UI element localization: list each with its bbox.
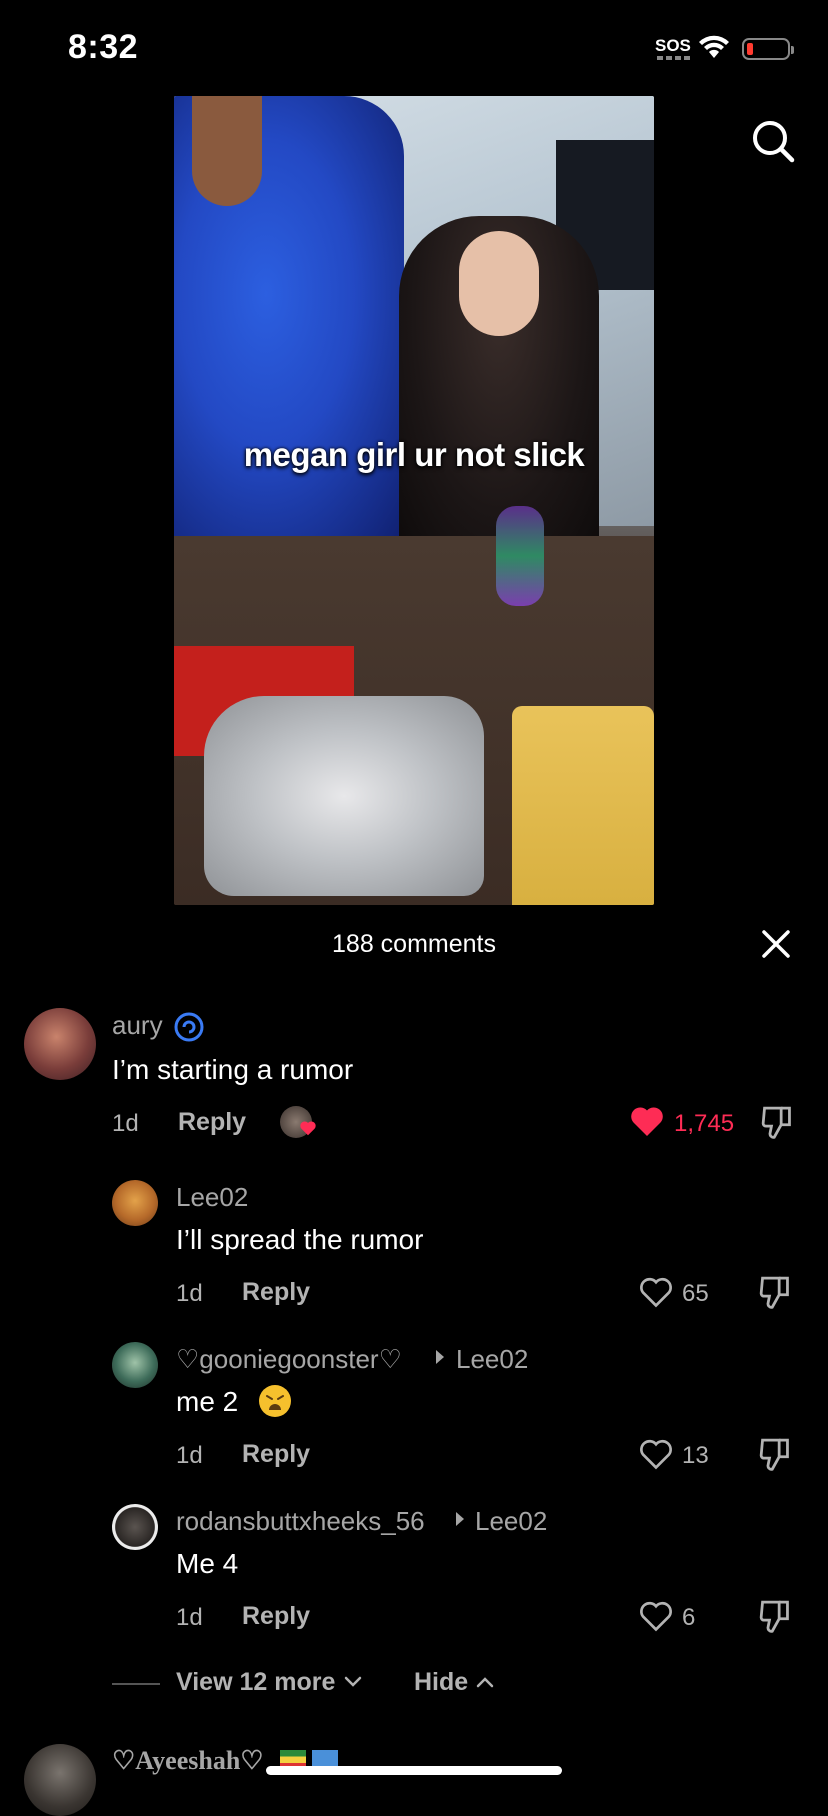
video-player[interactable]: megan girl ur not slick [174, 96, 654, 905]
wifi-icon [699, 35, 729, 58]
reply-button[interactable]: Reply [242, 1278, 310, 1307]
dislike-icon[interactable] [758, 1598, 792, 1634]
reply-arrow-icon [456, 1512, 464, 1526]
status-time: 8:32 [68, 28, 139, 66]
like-count: 1,745 [674, 1110, 735, 1137]
home-indicator[interactable] [266, 1766, 562, 1775]
heart-filled-icon[interactable] [629, 1104, 665, 1138]
like-count: 6 [682, 1604, 696, 1631]
like-count: 65 [682, 1280, 709, 1307]
reply-to-username[interactable]: Lee02 [456, 1344, 528, 1375]
reply-button[interactable]: Reply [178, 1108, 246, 1137]
reply-arrow-icon [436, 1350, 444, 1364]
comment-username[interactable]: Lee02 [176, 1182, 248, 1213]
dislike-icon[interactable] [758, 1436, 792, 1472]
reply-to-username[interactable]: Lee02 [475, 1506, 547, 1537]
chevron-down-icon[interactable] [344, 1676, 362, 1688]
comment-age: 1d [176, 1604, 203, 1631]
like-count: 13 [682, 1442, 709, 1469]
comment-age: 1d [176, 1442, 203, 1469]
signal-dots-icon [657, 56, 691, 60]
comment-text: Me 4 [176, 1548, 239, 1579]
comment-text: I’ll spread the rumor [176, 1224, 424, 1255]
heart-outline-icon[interactable] [638, 1599, 674, 1633]
comment-username[interactable]: aury [112, 1010, 163, 1041]
heart-outline-icon[interactable] [638, 1275, 674, 1309]
reply-button[interactable]: Reply [242, 1602, 310, 1631]
avatar[interactable] [112, 1342, 158, 1388]
chevron-up-icon[interactable] [476, 1676, 494, 1688]
comment-username[interactable]: ♡gooniegoonster♡ [176, 1344, 402, 1375]
battery-icon [742, 38, 794, 60]
weary-face-emoji-icon [259, 1385, 291, 1417]
search-icon[interactable] [750, 118, 796, 164]
comment-age: 1d [176, 1280, 203, 1307]
avatar[interactable] [24, 1744, 96, 1816]
reply-button[interactable]: Reply [242, 1440, 310, 1469]
comments-count: 188 comments [332, 930, 496, 958]
hide-replies-button[interactable]: Hide [414, 1668, 468, 1697]
close-icon[interactable] [760, 928, 792, 960]
comment-text: me 2 [176, 1386, 239, 1417]
dislike-icon[interactable] [760, 1104, 794, 1140]
spiral-emoji-icon [174, 1012, 204, 1042]
comment-text: I’m starting a rumor [112, 1054, 354, 1085]
dislike-icon[interactable] [758, 1274, 792, 1310]
video-cup [512, 706, 654, 905]
video-caption: megan girl ur not slick [243, 436, 585, 473]
video-face-left [192, 96, 262, 206]
creator-heart-icon [300, 1121, 316, 1136]
comment-age: 1d [112, 1110, 139, 1137]
comment-username[interactable]: rodansbuttxheeks_56 [176, 1506, 425, 1537]
avatar[interactable] [24, 1008, 96, 1080]
video-foil [204, 696, 484, 896]
view-more-replies-button[interactable]: View 12 more [176, 1668, 335, 1697]
sos-indicator: SOS [655, 36, 691, 55]
heart-outline-icon[interactable] [638, 1437, 674, 1471]
divider [112, 1683, 160, 1685]
video-face-right [459, 231, 539, 336]
video-microphone [496, 506, 544, 606]
avatar[interactable] [112, 1180, 158, 1226]
avatar[interactable] [112, 1504, 158, 1550]
comment-username[interactable]: ♡Ayeeshah♡ [112, 1746, 264, 1776]
